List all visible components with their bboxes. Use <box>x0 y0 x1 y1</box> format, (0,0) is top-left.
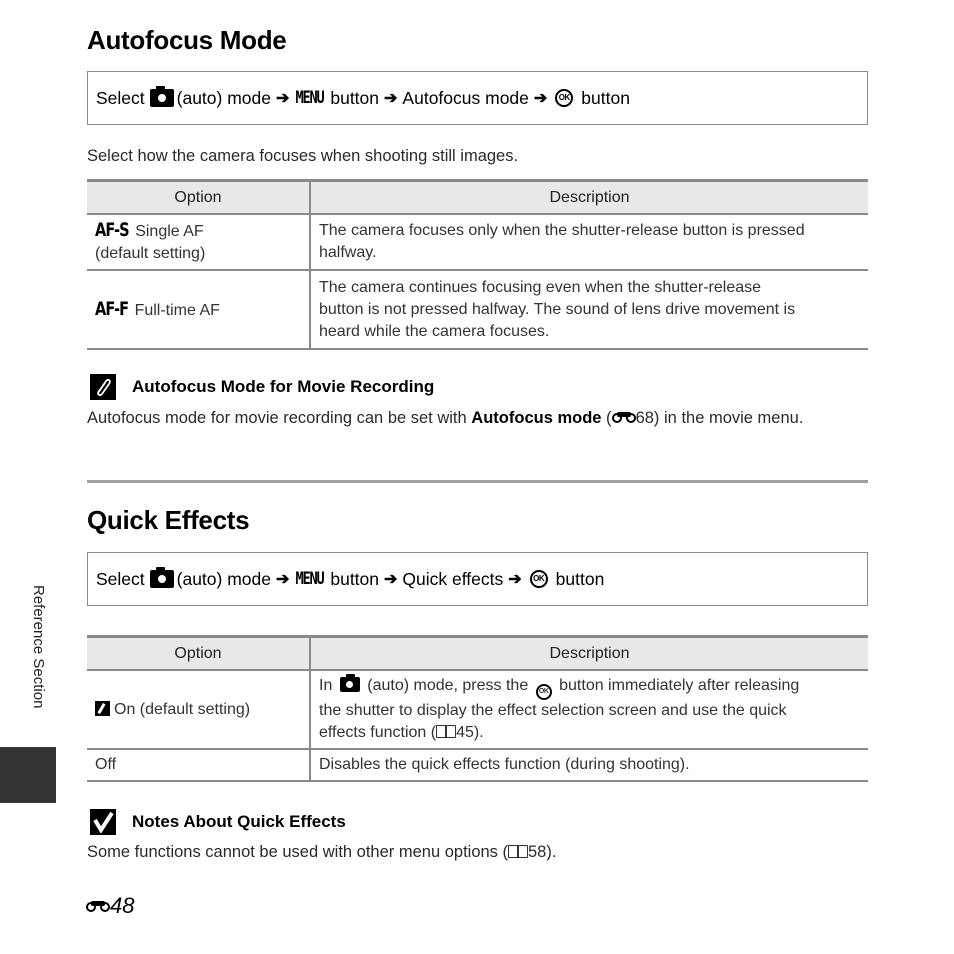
note-heading-movie: Autofocus Mode for Movie Recording <box>90 374 434 400</box>
section-divider <box>87 480 868 483</box>
section-title-autofocus: Autofocus Mode <box>87 25 287 55</box>
menu-item-reference: Autofocus mode <box>471 409 602 427</box>
quick-effects-icon <box>95 700 110 716</box>
arrow-right-icon: ➔ <box>384 571 398 588</box>
menu-key-icon: MENU <box>295 88 325 108</box>
option-cell: Off <box>87 749 310 782</box>
option-cell: On (default setting) <box>87 670 310 750</box>
button-label: button <box>581 87 630 108</box>
af-s-icon: AF-S <box>95 219 130 241</box>
af-f-icon: AF-F <box>95 297 129 320</box>
reference-page[interactable]: 58 <box>528 843 546 861</box>
camera-icon <box>339 674 360 692</box>
menu-item-label: Autofocus mode <box>402 87 529 108</box>
select-label: Select <box>96 568 145 589</box>
table-row: AF-F Full-time AF The camera continues f… <box>87 270 868 350</box>
option-label: On (default setting) <box>114 700 251 718</box>
description-line: The camera focuses only when the shutter… <box>319 222 805 239</box>
description-cell: The camera focuses only when the shutter… <box>309 214 868 271</box>
autofocus-options-table: Option Description AF-S Single AF (defau… <box>87 179 868 350</box>
button-label: button <box>330 568 380 589</box>
camera-icon <box>149 86 174 107</box>
table-header-row: Option Description <box>87 179 868 215</box>
description-part: (auto) mode, press the <box>367 677 529 694</box>
ok-button-icon: OK <box>555 89 574 107</box>
pencil-note-icon <box>90 374 116 400</box>
arrow-right-icon: ➔ <box>276 571 290 588</box>
book-ref-icon <box>508 845 528 858</box>
note-heading-quick-effects: Notes About Quick Effects <box>90 809 346 835</box>
description-part: ). <box>473 724 484 741</box>
select-label: Select <box>96 87 145 108</box>
description-cell: In (auto) mode, press the OK button imme… <box>309 670 868 750</box>
check-note-icon <box>90 809 116 835</box>
reference-page[interactable]: 68 <box>636 409 654 427</box>
note-text-part: ). <box>546 843 557 861</box>
table-row: Off Disables the quick effects function … <box>87 749 868 782</box>
column-header-option: Option <box>87 635 310 671</box>
column-header-option: Option <box>87 179 310 215</box>
ok-button-icon: OK <box>535 684 552 700</box>
description-part: button immediately after releasing <box>559 677 800 694</box>
note-text-part: Some functions cannot be used with other… <box>87 843 508 861</box>
note-text-part: Autofocus mode for movie recording can b… <box>87 409 467 427</box>
binoculars-ref-icon <box>611 410 636 424</box>
note-text-quick-effects: Some functions cannot be used with other… <box>87 843 556 862</box>
note-text-part: in the movie menu. <box>664 409 804 427</box>
page-number: 48 <box>110 893 135 918</box>
button-label: button <box>330 87 380 108</box>
option-cell: AF-F Full-time AF <box>87 270 310 350</box>
auto-mode-label: (auto) mode <box>176 568 271 589</box>
option-label: Full-time AF <box>134 301 220 319</box>
table-row: AF-S Single AF (default setting) The cam… <box>87 214 868 271</box>
option-label: Single AF <box>135 223 204 240</box>
description-cell: The camera continues focusing even when … <box>309 270 868 350</box>
camera-icon <box>149 567 174 588</box>
arrow-right-icon: ➔ <box>508 571 522 588</box>
section-title-quick-effects: Quick Effects <box>87 505 250 535</box>
menu-path-quick-effects: Select (auto) mode ➔ MENU button ➔ Quick… <box>87 552 868 606</box>
book-ref-icon <box>436 725 457 738</box>
note-title: Autofocus Mode for Movie Recording <box>132 377 435 396</box>
table-header-row: Option Description <box>87 635 868 671</box>
description-line: The camera continues focusing even when … <box>319 278 762 296</box>
autofocus-intro: Select how the camera focuses when shoot… <box>87 147 519 165</box>
option-note: (default setting) <box>95 245 206 262</box>
menu-item-label: Quick effects <box>402 568 504 589</box>
menu-path-autofocus: Select (auto) mode ➔ MENU button ➔ Autof… <box>87 71 868 125</box>
description-line: halfway. <box>319 244 377 261</box>
ok-button-icon: OK <box>529 570 548 588</box>
button-label: button <box>555 568 605 589</box>
side-section-label: Reference Section <box>30 585 47 709</box>
description-part: effects function ( <box>319 724 437 741</box>
description-line: the shutter to display the effect select… <box>319 702 787 719</box>
table-row: On (default setting) In (auto) mode, pre… <box>87 670 868 750</box>
quick-effects-options-table: Option Description On (default setting) … <box>87 635 868 782</box>
description-line: heard while the camera focuses. <box>319 322 550 340</box>
arrow-right-icon: ➔ <box>276 90 290 107</box>
description-line: button is not pressed halfway. The sound… <box>319 300 796 318</box>
description-part: In <box>319 677 333 694</box>
arrow-right-icon: ➔ <box>533 90 548 107</box>
note-text-movie: Autofocus mode for movie recording can b… <box>87 409 804 427</box>
auto-mode-label: (auto) mode <box>176 87 271 108</box>
option-cell: AF-S Single AF (default setting) <box>87 214 310 271</box>
column-header-description: Description <box>309 179 868 215</box>
binoculars-icon <box>86 899 110 913</box>
note-title: Notes About Quick Effects <box>132 812 346 831</box>
reference-page[interactable]: 45 <box>456 724 474 741</box>
page-footer: 48 <box>86 893 134 919</box>
column-header-description: Description <box>309 635 868 671</box>
arrow-right-icon: ➔ <box>384 90 398 107</box>
side-tab-marker <box>0 747 56 803</box>
description-cell: Disables the quick effects function (dur… <box>309 749 868 782</box>
menu-key-icon: MENU <box>295 569 325 589</box>
